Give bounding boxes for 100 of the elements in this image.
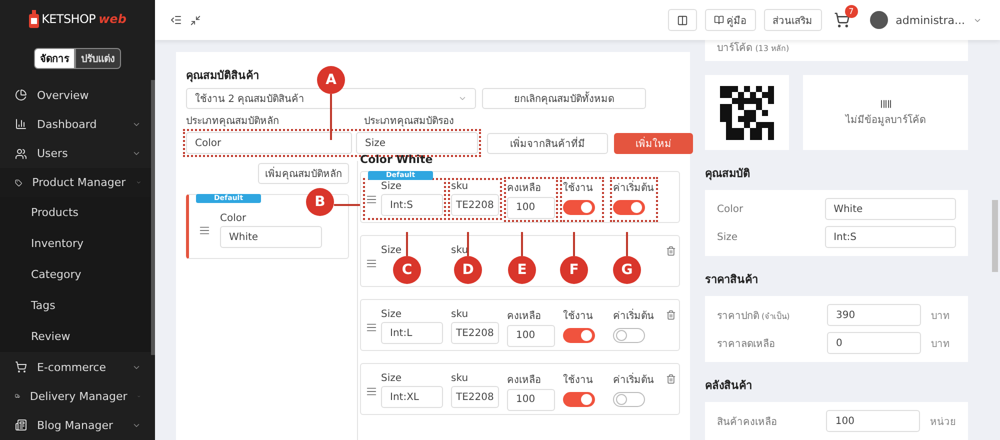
addons-button[interactable]: ส่วนเสริม <box>764 9 822 31</box>
stock-field[interactable]: 100 <box>826 410 920 432</box>
unit-label: หน่วย <box>930 416 956 428</box>
sidebar-subitem[interactable]: Review <box>0 321 155 352</box>
section-title: ราคาสินค้า <box>705 272 758 288</box>
field-label: sku <box>451 373 468 384</box>
cart-icon <box>15 361 27 374</box>
add-new-button[interactable]: เพิ่มใหม่ <box>614 132 693 154</box>
field-label: sku <box>451 309 468 320</box>
property-field[interactable]: Int:S <box>824 226 956 248</box>
field-label: ค่าเริ่มต้น <box>613 308 654 322</box>
sidebar-item[interactable]: E-commerce <box>0 352 155 382</box>
user-name[interactable]: administra... <box>896 14 965 26</box>
newspaper-icon <box>15 419 27 432</box>
section-title: คุณสมบัติ <box>705 166 750 182</box>
leader-line <box>467 232 469 256</box>
mode-tab[interactable]: จัดการ <box>34 48 75 69</box>
sidebar-item[interactable]: Delivery Manager <box>0 382 155 411</box>
indent-icon[interactable] <box>170 14 182 26</box>
no-barcode-text: ไม่มีข้อมูลบาร์โค้ด <box>846 113 926 127</box>
chevron-icon <box>458 94 467 103</box>
active-toggle[interactable] <box>563 200 595 214</box>
book-icon <box>714 15 724 25</box>
users-icon <box>15 148 27 160</box>
default-toggle[interactable] <box>613 200 645 214</box>
price-field[interactable]: 0 <box>827 332 921 354</box>
sidebar-subitem[interactable]: Tags <box>0 290 155 322</box>
field-label: Size <box>381 373 402 384</box>
active-toggle[interactable] <box>563 328 595 342</box>
sidebar-item[interactable]: Blog Manager <box>0 410 155 440</box>
drag-handle-icon[interactable] <box>199 225 210 236</box>
cart-icon[interactable] <box>834 12 850 28</box>
field-label: Size <box>381 245 402 256</box>
leader-line <box>334 204 360 206</box>
sidebar-item[interactable]: Users <box>0 139 155 168</box>
option-value-field[interactable]: Int:XL <box>381 386 443 408</box>
field-label: Size <box>717 232 739 242</box>
sidebar-subitem[interactable]: Inventory <box>0 228 155 260</box>
attribute-value-field[interactable]: White <box>220 226 322 248</box>
collapse-icon[interactable] <box>190 14 201 26</box>
stock-field[interactable]: 100 <box>507 324 555 346</box>
field-label: ราคาลดเหลือ <box>717 338 776 350</box>
sidebar-item[interactable]: Dashboard <box>0 110 155 140</box>
trash-icon[interactable] <box>666 374 676 384</box>
field-label: Size <box>381 181 402 192</box>
scrollbar[interactable] <box>992 200 998 272</box>
brand-name: KETSHOP <box>42 12 96 26</box>
drag-handle-icon[interactable] <box>366 386 377 396</box>
field-label: คงเหลือ <box>507 182 541 194</box>
sku-field[interactable]: TE2208 <box>451 322 499 344</box>
stock-field[interactable]: 100 <box>507 196 555 218</box>
field-label: Size <box>381 309 402 320</box>
user-avatar[interactable] <box>870 11 888 29</box>
stock-field[interactable]: 100 <box>507 388 555 410</box>
price-field[interactable]: 390 <box>827 304 921 326</box>
add-existing-button[interactable]: เพิ่มจากสินค้าที่มี <box>487 132 608 154</box>
sidebar-subitem[interactable]: Category <box>0 259 155 290</box>
main-type-field[interactable]: Color <box>186 132 352 154</box>
trash-icon[interactable] <box>666 310 676 320</box>
sku-field[interactable]: TE2208 <box>451 386 499 408</box>
field-label: sku <box>451 245 468 256</box>
default-toggle[interactable] <box>613 328 645 342</box>
property-field[interactable]: White <box>824 198 956 220</box>
scrollbar[interactable] <box>151 80 155 355</box>
field-label: คงเหลือ <box>507 310 541 322</box>
group-title: Color White <box>360 153 433 166</box>
leader-line <box>521 232 523 256</box>
guide-button[interactable]: คู่มือ <box>704 9 756 31</box>
mode-tab[interactable]: ปรับแต่ง <box>75 48 121 69</box>
drag-handle-icon[interactable] <box>366 322 377 332</box>
tag-icon <box>15 176 22 189</box>
drag-handle-icon[interactable] <box>366 194 377 204</box>
option-value-field[interactable]: Int:S <box>381 194 443 216</box>
active-toggle[interactable] <box>563 392 595 406</box>
leader-line <box>626 232 628 256</box>
field-label: ใช้งาน <box>563 373 593 386</box>
option-value-field[interactable]: Int:L <box>381 322 443 344</box>
sku-field[interactable]: TE2208 <box>451 194 499 216</box>
unit-label: บาท <box>931 338 950 350</box>
attribute-select[interactable]: ใช้งาน 2 คุณสมบัติสินค้า <box>186 88 476 109</box>
field-label: Color <box>717 204 744 214</box>
field-label: คงเหลือ <box>507 374 541 386</box>
field-label: สินค้าคงเหลือ <box>717 416 778 428</box>
sub-type-field[interactable]: Size <box>356 132 478 154</box>
drag-handle-icon[interactable] <box>366 258 377 268</box>
add-main-button[interactable]: เพิ่มคุณสมบัติหลัก <box>258 163 349 184</box>
default-toggle[interactable] <box>613 392 645 406</box>
cancel-all-button[interactable]: ยกเลิกคุณสมบัติทั้งหมด <box>482 88 646 109</box>
section-title: คลังสินค้า <box>705 378 752 394</box>
trash-icon[interactable] <box>666 246 676 256</box>
barcode-label: บาร์โค้ด (13 หลัก) <box>717 41 790 55</box>
bottle-icon <box>28 10 39 28</box>
columns-button[interactable] <box>668 9 697 31</box>
barcode-icon <box>880 98 892 110</box>
sidebar-item[interactable]: Overview <box>0 80 155 110</box>
section-title: คุณสมบัติสินค้า <box>186 68 259 84</box>
sidebar-subitem[interactable]: Products <box>0 197 155 228</box>
field-label: Color <box>220 213 246 224</box>
leader-line <box>406 232 408 256</box>
bar-chart-icon <box>15 118 27 130</box>
